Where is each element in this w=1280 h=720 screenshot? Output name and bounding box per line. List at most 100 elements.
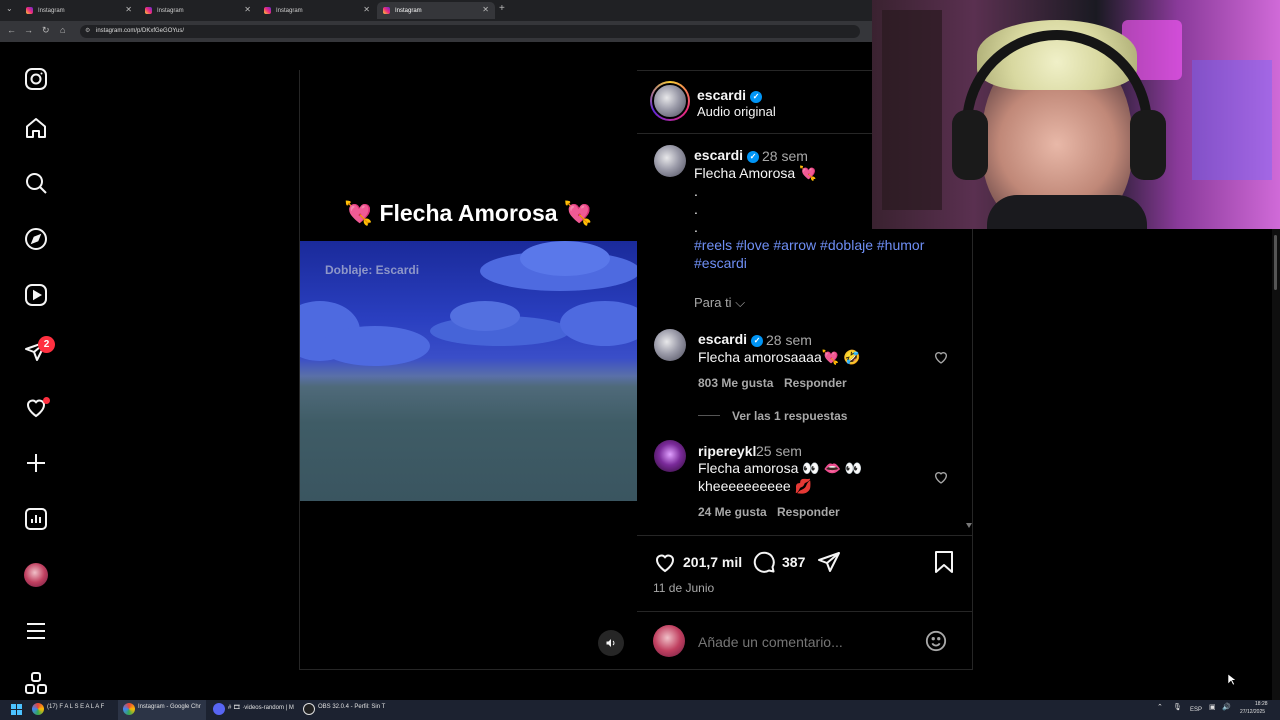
instagram-sidebar: 2	[0, 42, 72, 700]
home-icon[interactable]	[20, 112, 52, 144]
taskbar-item[interactable]: Instagram - Google Chr	[138, 704, 201, 710]
like-comment-heart-icon[interactable]	[933, 349, 949, 365]
instagram-favicon-icon	[264, 7, 271, 14]
home-page-icon[interactable]: ⌂	[60, 25, 65, 35]
comment-input[interactable]	[698, 634, 918, 650]
instagram-logo-icon[interactable]	[20, 63, 52, 95]
taskbar-item[interactable]: (17) F A L S E A L A F	[47, 704, 104, 710]
verified-badge-icon: ✓	[747, 151, 760, 163]
site-info-icon[interactable]: ⚙	[85, 25, 90, 38]
save-bookmark-icon[interactable]	[933, 550, 955, 574]
audio-label[interactable]: Audio original	[697, 104, 776, 119]
share-icon[interactable]	[817, 550, 841, 574]
add-comment-row	[637, 611, 973, 671]
language-indicator[interactable]: ESP	[1190, 707, 1202, 713]
url-field[interactable]: ⚙ instagram.com/p/DKxfGeGOYus/	[80, 25, 860, 38]
dashboard-icon[interactable]	[20, 503, 52, 535]
profile-avatar[interactable]	[20, 559, 52, 591]
comment-text: kheeeeeeeeee 💋	[698, 478, 812, 494]
caption-avatar[interactable]	[654, 145, 686, 177]
mute-button[interactable]	[598, 630, 624, 656]
windows-taskbar: (17) F A L S E A L A F Instagram - Googl…	[0, 700, 1280, 720]
caption-text: Flecha Amorosa 💘	[694, 165, 817, 181]
back-icon[interactable]: ←	[7, 25, 16, 35]
tray-chevron-up-icon[interactable]: ⌃	[1157, 703, 1163, 711]
dubbing-credit: Doblaje: Escardi	[325, 263, 420, 277]
tab-title: Instagram	[38, 7, 65, 14]
browser-tab-2[interactable]: Instagram ✕	[139, 2, 257, 19]
explore-icon[interactable]	[20, 223, 52, 255]
notification-dot	[43, 397, 50, 404]
replies-divider	[698, 415, 720, 416]
volume-icon[interactable]: 🔊	[1222, 703, 1231, 711]
comment-username[interactable]: escardi ✓	[698, 331, 764, 347]
post-date[interactable]: 11 de Junio	[653, 581, 714, 595]
network-icon[interactable]: ▣	[1209, 703, 1216, 711]
comment-avatar[interactable]	[654, 329, 686, 361]
tab-title: Instagram	[276, 7, 303, 14]
reply-button[interactable]: Responder	[784, 376, 847, 390]
video-scene: Doblaje: Escardi	[300, 241, 637, 501]
comment-username[interactable]: ripereykl	[698, 443, 756, 459]
video-title-overlay: 💘 Flecha Amorosa 💘	[344, 200, 593, 226]
view-replies-link[interactable]: Ver las 1 respuestas	[732, 409, 847, 423]
comment-likes[interactable]: 24 Me gusta	[698, 505, 767, 519]
page-scrollbar[interactable]	[1272, 229, 1280, 700]
comment-avatar[interactable]	[654, 440, 686, 472]
obs-icon	[303, 703, 315, 715]
caption-username[interactable]: escardi ✓	[694, 147, 760, 163]
tab-title: Instagram	[395, 7, 422, 14]
reels-icon[interactable]	[20, 279, 52, 311]
microphone-icon[interactable]: 🎙	[1173, 703, 1182, 711]
comment-count: 387	[782, 554, 806, 570]
browser-tab-bar: ⌄ Instagram ✕ Instagram ✕ Instagram ✕ Insta…	[0, 0, 872, 21]
notifications-heart-icon[interactable]	[20, 391, 52, 423]
forward-icon[interactable]: →	[24, 25, 33, 35]
reload-icon[interactable]: ↻	[42, 25, 50, 36]
tab-list-icon[interactable]: ⌄	[6, 4, 13, 13]
webcam-overlay	[872, 0, 1280, 229]
browser-tab-1[interactable]: Instagram ✕	[20, 2, 138, 19]
url-text: instagram.com/p/DKxfGeGOYus/	[96, 28, 185, 34]
close-tab-icon[interactable]: ✕	[244, 5, 251, 14]
author-avatar[interactable]	[652, 83, 688, 119]
taskbar-item[interactable]: # 🎞 ·videos-random | M	[228, 704, 294, 711]
create-icon[interactable]	[20, 447, 52, 479]
close-tab-icon[interactable]: ✕	[363, 5, 370, 14]
comment-time: 28 sem	[766, 332, 812, 348]
meta-apps-icon[interactable]	[20, 671, 52, 700]
browser-tab-4-active[interactable]: Instagram ✕	[377, 2, 495, 19]
new-tab-button[interactable]: +	[499, 3, 505, 14]
verified-badge-icon: ✓	[750, 91, 763, 103]
browser-address-bar: ← → ↻ ⌂ ⚙ instagram.com/p/DKxfGeGOYus/	[0, 21, 872, 42]
instagram-favicon-icon	[26, 7, 33, 14]
comment-icon[interactable]	[752, 550, 776, 574]
close-tab-icon[interactable]: ✕	[482, 5, 489, 14]
caption-hashtags[interactable]: #reels #love #arrow #doblaje #humor	[694, 237, 924, 253]
for-you-link[interactable]: Para ti ⌵	[694, 295, 745, 311]
search-icon[interactable]	[20, 167, 52, 199]
windows-start-icon[interactable]	[11, 704, 22, 715]
clock-date[interactable]: 27/12/2025	[1240, 709, 1265, 715]
like-comment-heart-icon[interactable]	[933, 469, 949, 485]
more-menu-icon[interactable]	[20, 615, 52, 647]
browser-tab-3[interactable]: Instagram ✕	[258, 2, 376, 19]
close-tab-icon[interactable]: ✕	[125, 5, 132, 14]
like-count[interactable]: 201,7 mil	[683, 554, 742, 570]
clock-time[interactable]: 18:28	[1255, 701, 1268, 707]
taskbar-item[interactable]: OBS 32.0.4 - Perfil: Sin T	[318, 704, 385, 710]
emoji-picker-icon[interactable]	[925, 630, 947, 652]
author-username[interactable]: escardi ✓	[697, 87, 763, 103]
scrollbar-thumb[interactable]	[1274, 235, 1277, 290]
caption-dot: .	[694, 219, 698, 235]
caption-dot: .	[694, 201, 698, 217]
like-heart-icon[interactable]	[653, 550, 677, 574]
caption-hashtags[interactable]: #escardi	[694, 255, 747, 271]
caption-dot: .	[694, 183, 698, 199]
comments-scrollbar[interactable]	[966, 230, 972, 530]
chevron-down-icon: ⌵	[735, 295, 746, 310]
chrome-icon	[123, 703, 135, 715]
reply-button[interactable]: Responder	[777, 505, 840, 519]
comment-likes[interactable]: 803 Me gusta	[698, 376, 773, 390]
messages-badge: 2	[38, 336, 55, 353]
